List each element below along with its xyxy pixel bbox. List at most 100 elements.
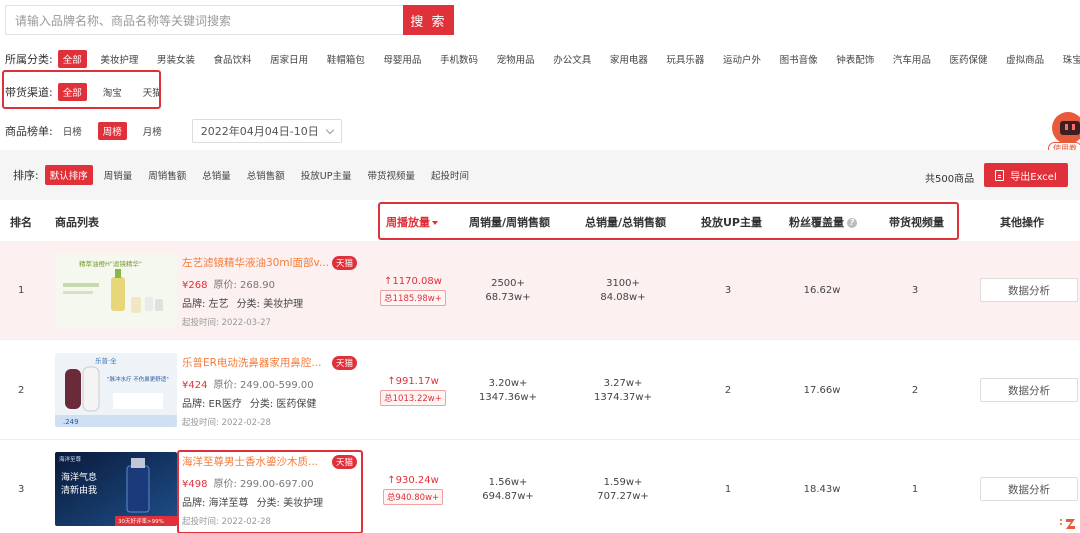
fans-coverage: 16.62w [803, 285, 841, 296]
thumb-text: 海洋至尊 [59, 455, 82, 463]
document-icon [995, 169, 1005, 181]
category-item[interactable]: 手机数码 [435, 50, 483, 68]
thumb-text: 乐普·全 [95, 356, 117, 365]
category-item[interactable]: 家用电器 [605, 50, 653, 68]
category-item[interactable]: 珠宝饰品 [1058, 50, 1080, 68]
category-label: 所属分类: [5, 53, 53, 66]
sort-item[interactable]: 总销售额 [242, 165, 290, 185]
play-total-badge: 总1185.98w+ [380, 290, 446, 306]
data-analysis-button[interactable]: 数据分析 [980, 477, 1078, 501]
category-item-all[interactable]: 全部 [57, 50, 87, 68]
sort-item[interactable]: 总销量 [197, 165, 236, 185]
category-item[interactable]: 汽车用品 [888, 50, 936, 68]
header-weekly[interactable]: 周销量/周销售额 [469, 214, 550, 230]
product-name-link[interactable]: 左艺滤镜精华液油30ml面部v... [182, 255, 329, 270]
category-filter: 所属分类: 全部 美妆护理 男装女装 食品饮料 居家日用 鞋帽箱包 母婴用品 手… [5, 50, 1080, 68]
up-count: 3 [724, 285, 732, 296]
category-item[interactable]: 居家日用 [265, 50, 313, 68]
brand-logo-icon [1060, 519, 1075, 529]
table-row: 1 精萃油橙H"滤镜精华" 左艺滤镜精华液油30ml面部v... 天猫 ¥268… [0, 241, 1080, 340]
video-count: 1 [911, 484, 919, 495]
product-price: ¥268 原价: 268.90 [182, 280, 275, 291]
channel-item-taobao[interactable]: 淘宝 [98, 83, 127, 101]
product-image[interactable]: 海洋至尊 海洋气息 清新由我 30天好评率>99% [55, 452, 177, 526]
data-analysis-button[interactable]: 数据分析 [980, 278, 1078, 302]
search-input[interactable]: 请输入品牌名称、商品名称等关键词搜索 [5, 5, 403, 35]
total-sales: 3.27w+ 1374.37w+ [594, 378, 652, 403]
category-item[interactable]: 虚拟商品 [1001, 50, 1049, 68]
sort-item[interactable]: 起投时间 [426, 165, 474, 185]
sort-item[interactable]: 投放UP主量 [296, 165, 357, 185]
table-row: 2 乐普·全 "脉冲水疗 不伤鼻更舒适" .249 乐普ER电动洗鼻器家用鼻腔.… [0, 341, 1080, 440]
total-sales: 1.59w+ 707.27w+ [597, 477, 649, 502]
product-brand: 品牌: ER医疗 分类: 医药保健 [182, 399, 317, 410]
fans-coverage: 18.43w [803, 484, 841, 495]
play-count: ↑930.24w 总940.80w+ [378, 475, 448, 505]
category-item[interactable]: 钟表配饰 [831, 50, 879, 68]
sort-item[interactable]: 周销量 [99, 165, 138, 185]
help-robot[interactable]: 使用教 [1048, 112, 1080, 155]
help-icon[interactable]: ? [847, 218, 857, 228]
header-fans[interactable]: 粉丝覆盖量? [789, 214, 857, 230]
sort-label: 排序: [13, 169, 39, 182]
search-button[interactable]: 搜 索 [403, 5, 454, 35]
table-header: 排名 商品列表 周播放量 周销量/周销售额 总销量/总销售额 投放UP主量 粉丝… [0, 200, 1080, 241]
header-play-sort[interactable]: 周播放量 [386, 214, 438, 230]
category-item[interactable]: 男装女装 [152, 50, 200, 68]
row-rank: 3 [18, 484, 25, 495]
sort-item[interactable]: 周销售额 [143, 165, 191, 185]
channel-item-tmall[interactable]: 天猫 [138, 83, 167, 101]
category-item[interactable]: 医药保健 [944, 50, 992, 68]
up-count: 2 [724, 385, 732, 396]
header-total[interactable]: 总销量/总销售额 [585, 214, 666, 230]
table-row: 3 海洋至尊 海洋气息 清新由我 30天好评率>99% 海洋至尊男士香水鎏沙木质… [0, 440, 1080, 533]
ranking-item-daily[interactable]: 日榜 [58, 122, 87, 140]
weekly-sales: 1.56w+ 694.87w+ [482, 477, 534, 502]
channel-label: 带货渠道: [5, 86, 53, 99]
channel-item-all[interactable]: 全部 [57, 83, 87, 101]
ranking-item-weekly[interactable]: 周榜 [97, 122, 127, 140]
category-item[interactable]: 鞋帽箱包 [322, 50, 370, 68]
thumb-text: 清新由我 [61, 484, 97, 496]
category-item[interactable]: 母婴用品 [378, 50, 426, 68]
thumb-text: .249 [63, 418, 79, 426]
product-name-link[interactable]: 乐普ER电动洗鼻器家用鼻腔... [182, 355, 321, 370]
sort-bar: 排序: 默认排序 周销量 周销售额 总销量 总销售额 投放UP主量 带货视频量 … [0, 150, 1080, 200]
row-rank: 2 [18, 385, 25, 396]
ranking-item-monthly[interactable]: 月榜 [138, 122, 167, 140]
product-image[interactable]: 精萃油橙H"滤镜精华" [55, 253, 177, 327]
launch-date: 起投时间: 2022-02-28 [182, 418, 271, 428]
thumb-text: 30天好评率>99% [118, 517, 164, 525]
video-count: 3 [911, 285, 919, 296]
header-ops: 其他操作 [1000, 216, 1044, 229]
category-item[interactable]: 运动户外 [718, 50, 766, 68]
up-count: 1 [724, 484, 732, 495]
header-up[interactable]: 投放UP主量 [701, 214, 762, 230]
category-item[interactable]: 玩具乐器 [661, 50, 709, 68]
tmall-badge: 天猫 [332, 455, 358, 469]
data-analysis-button[interactable]: 数据分析 [980, 378, 1078, 402]
sort-item[interactable]: 带货视频量 [362, 165, 420, 185]
product-image[interactable]: 乐普·全 "脉冲水疗 不伤鼻更舒适" .249 [55, 353, 177, 427]
total-count: 共500商品 [925, 174, 975, 185]
category-item[interactable]: 图书音像 [775, 50, 823, 68]
product-name-link[interactable]: 海洋至尊男士香水鎏沙木质... [182, 454, 318, 469]
sort-item-default[interactable]: 默认排序 [44, 165, 93, 185]
date-range-select[interactable]: 2022年04月04日-10日 [191, 119, 342, 143]
play-count: ↑991.17w 总1013.22w+ [378, 376, 448, 406]
play-count: ↑1170.08w 总1185.98w+ [378, 276, 448, 306]
category-item[interactable]: 办公文具 [548, 50, 596, 68]
product-brand: 品牌: 海洋至尊 分类: 美妆护理 [182, 498, 324, 509]
sort-desc-icon [432, 221, 438, 225]
category-item[interactable]: 食品饮料 [209, 50, 257, 68]
header-videos[interactable]: 带货视频量 [889, 214, 944, 230]
header-rank: 排名 [10, 216, 32, 229]
launch-date: 起投时间: 2022-03-27 [182, 318, 271, 328]
channel-filter: 带货渠道: 全部 淘宝 天猫 [5, 83, 178, 101]
total-sales: 3100+ 84.08w+ [600, 278, 646, 303]
video-count: 2 [911, 385, 919, 396]
category-item[interactable]: 美妆护理 [95, 50, 143, 68]
launch-date: 起投时间: 2022-02-28 [182, 517, 271, 527]
category-item[interactable]: 宠物用品 [492, 50, 540, 68]
export-excel-button[interactable]: 导出Excel [984, 163, 1068, 187]
